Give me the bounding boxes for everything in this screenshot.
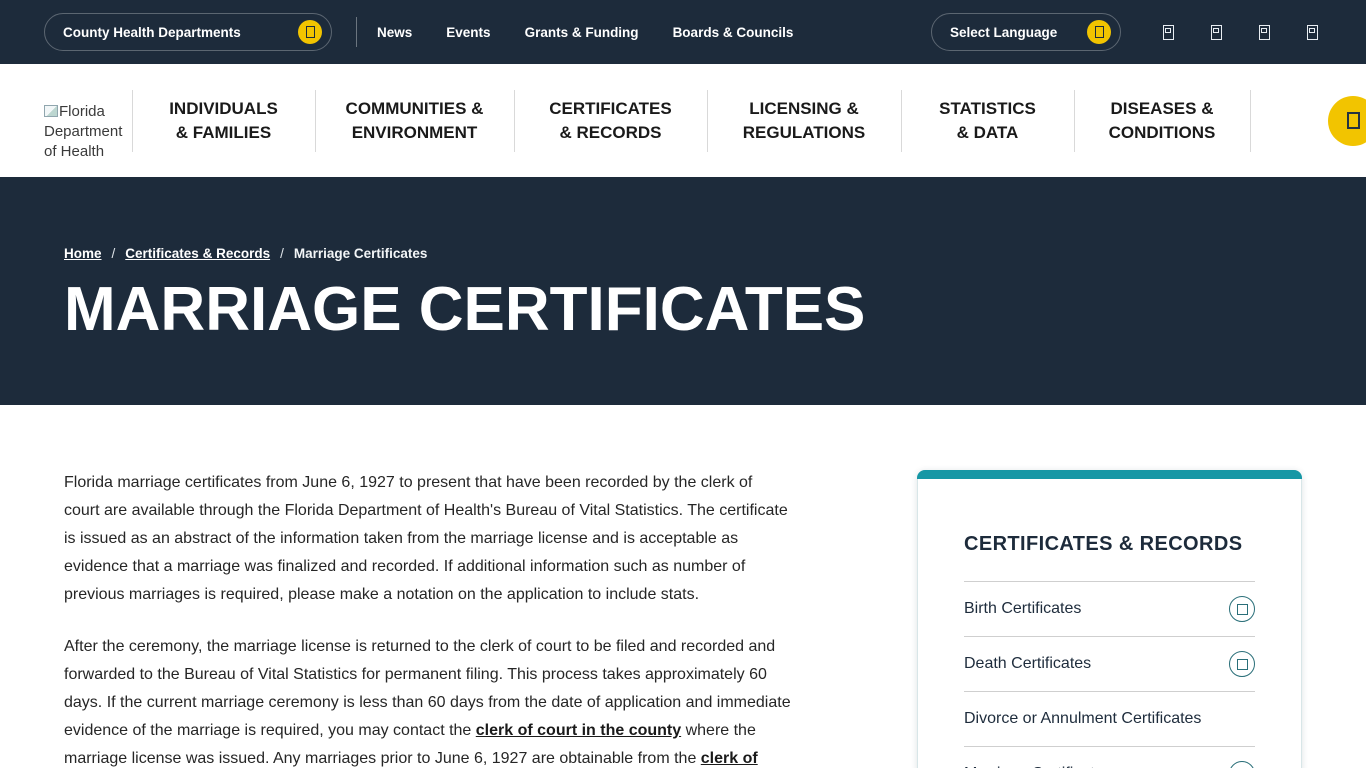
sidebar-item-death-certificates[interactable]: Death Certificates (964, 636, 1255, 691)
boards-councils-link[interactable]: Boards & Councils (673, 25, 794, 40)
broken-image-icon (44, 105, 58, 117)
social-icon-1[interactable] (1163, 25, 1174, 40)
social-icon-3[interactable] (1259, 25, 1270, 40)
nav-search-zone (1250, 64, 1366, 177)
expand-circle-icon[interactable] (1229, 596, 1255, 622)
card-title: CERTIFICATES & RECORDS (964, 531, 1255, 557)
nav-item-licensing-regulations[interactable]: LICENSING & REGULATIONS (707, 64, 901, 177)
missing-glyph-icon (306, 26, 315, 38)
sidebar-item-marriage-certificates[interactable]: Marriage Certificates (964, 746, 1255, 768)
page-title: MARRIAGE CERTIFICATES (64, 275, 1366, 345)
sidebar-item-birth-certificates[interactable]: Birth Certificates (964, 581, 1255, 636)
expand-circle-icon[interactable] (1229, 651, 1255, 677)
topbar-divider (356, 17, 357, 47)
nav-item-label: DISEASES & CONDITIONS (1101, 97, 1223, 145)
county-health-departments-button[interactable]: County Health Departments (44, 13, 332, 51)
hero-banner: Home / Certificates & Records / Marriage… (0, 177, 1366, 405)
breadcrumb-current-page: Marriage Certificates (294, 246, 428, 261)
language-toggle-icon (1087, 20, 1111, 44)
nav-item-label: COMMUNITIES & ENVIRONMENT (345, 97, 485, 145)
dropdown-toggle-icon (298, 20, 322, 44)
paragraph-1: Florida marriage certificates from June … (64, 469, 791, 609)
nav-item-certificates-records[interactable]: CERTIFICATES & RECORDS (514, 64, 707, 177)
paragraph-2: After the ceremony, the marriage license… (64, 633, 791, 768)
breadcrumb-certificates-records-link[interactable]: Certificates & Records (125, 246, 270, 261)
social-icon-4[interactable] (1307, 25, 1318, 40)
select-language-button[interactable]: Select Language (931, 13, 1121, 51)
breadcrumb: Home / Certificates & Records / Marriage… (64, 246, 1366, 261)
certificate-links-list: Birth Certificates Death Certificates Di… (964, 581, 1255, 768)
article-text: Florida marriage certificates from June … (64, 469, 791, 768)
grants-funding-link[interactable]: Grants & Funding (525, 25, 639, 40)
florida-doh-logo: Florida Department of Health (44, 102, 132, 162)
nav-item-statistics-data[interactable]: STATISTICS & DATA (901, 64, 1074, 177)
sidebar-item-label: Birth Certificates (964, 600, 1081, 618)
breadcrumb-home-link[interactable]: Home (64, 246, 102, 261)
breadcrumb-separator: / (280, 246, 284, 261)
topbar-links: News Events Grants & Funding Boards & Co… (377, 25, 793, 40)
nav-item-communities-environment[interactable]: COMMUNITIES & ENVIRONMENT (315, 64, 514, 177)
card-accent-bar (917, 470, 1302, 479)
sidebar-item-label: Death Certificates (964, 655, 1091, 673)
clerk-of-court-link[interactable]: clerk of (701, 750, 758, 767)
news-link[interactable]: News (377, 25, 412, 40)
certificates-records-card: CERTIFICATES & RECORDS Birth Certificate… (917, 470, 1302, 768)
missing-glyph-icon (1237, 659, 1248, 670)
nav-item-label: LICENSING & REGULATIONS (738, 97, 870, 145)
main-navigation: Florida Department of Health INDIVIDUALS… (0, 64, 1366, 177)
expand-circle-icon[interactable] (1229, 761, 1255, 768)
county-health-departments-label: County Health Departments (63, 25, 241, 40)
nav-item-individuals-families[interactable]: INDIVIDUALS & FAMILIES (132, 64, 315, 177)
social-links (1163, 25, 1318, 40)
top-utility-bar: County Health Departments News Events Gr… (0, 0, 1366, 64)
nav-item-diseases-conditions[interactable]: DISEASES & CONDITIONS (1074, 64, 1250, 177)
select-language-label: Select Language (950, 25, 1057, 40)
page: County Health Departments News Events Gr… (0, 0, 1366, 768)
logo-zone[interactable]: Florida Department of Health (0, 64, 132, 177)
nav-item-label: STATISTICS & DATA (933, 97, 1043, 145)
sidebar-item-divorce-annulment-certificates[interactable]: Divorce or Annulment Certificates (964, 691, 1255, 746)
nav-item-label: INDIVIDUALS & FAMILIES (164, 97, 284, 145)
nav-item-label: CERTIFICATES & RECORDS (543, 97, 678, 145)
events-link[interactable]: Events (446, 25, 490, 40)
missing-glyph-icon (1237, 604, 1248, 615)
search-icon (1347, 112, 1360, 129)
missing-glyph-icon (1095, 26, 1104, 38)
search-button[interactable] (1328, 96, 1366, 146)
page-content: Florida marriage certificates from June … (0, 405, 1366, 768)
breadcrumb-separator: / (112, 246, 116, 261)
social-icon-2[interactable] (1211, 25, 1222, 40)
sidebar-item-label: Divorce or Annulment Certificates (964, 710, 1201, 728)
clerk-of-court-county-link[interactable]: clerk of court in the county (476, 722, 681, 739)
